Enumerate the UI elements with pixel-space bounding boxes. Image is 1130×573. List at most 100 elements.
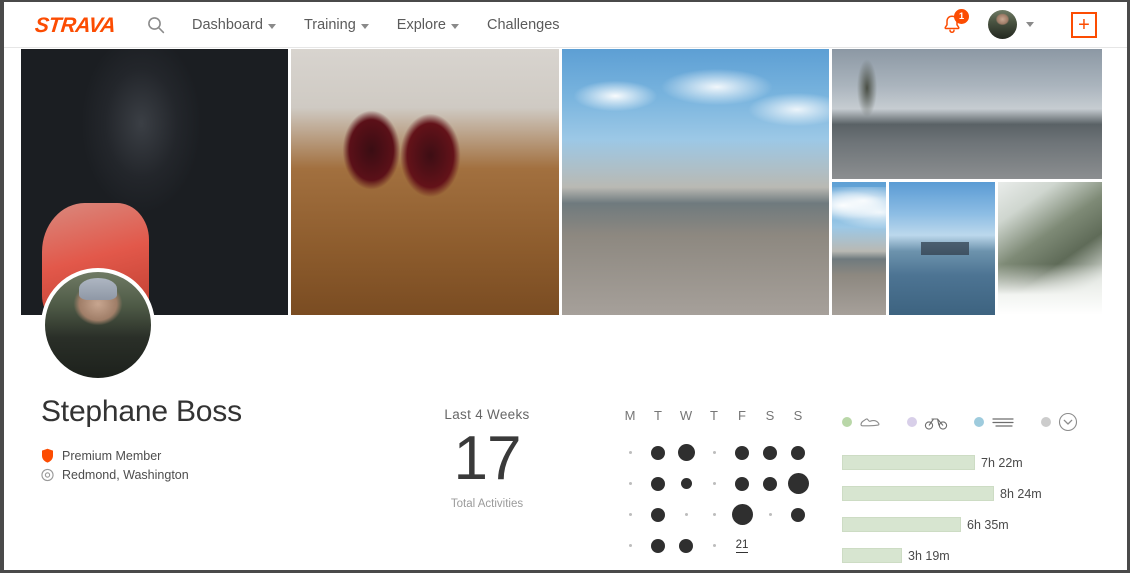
chevron-down-icon <box>267 23 276 29</box>
activity-week-row <box>616 437 812 468</box>
time-bar-label: 8h 24m <box>1000 486 1042 501</box>
premium-member-label: Premium Member <box>62 448 162 463</box>
profile-avatar[interactable] <box>41 268 155 382</box>
photo-cyclist[interactable] <box>21 49 288 315</box>
activity-day-cell[interactable] <box>756 445 784 460</box>
empty-day-dot <box>712 482 716 485</box>
activity-day-cell <box>700 513 728 516</box>
photo-strip <box>21 49 1109 315</box>
time-bar[interactable] <box>842 486 994 501</box>
time-bar-label: 6h 35m <box>967 517 1009 532</box>
nav-menu: Dashboard Training Explore Challenges <box>192 2 560 48</box>
nav-item-challenges[interactable]: Challenges <box>487 2 560 48</box>
day-header-row: M T W T F S S <box>616 408 812 423</box>
strava-logo[interactable]: STRAVA <box>34 14 117 38</box>
activity-day-cell[interactable] <box>672 478 700 489</box>
activity-dot[interactable] <box>787 473 809 494</box>
legend-color-dot <box>974 417 984 427</box>
activity-day-cell <box>756 513 784 516</box>
nav-item-label: Explore <box>396 17 446 33</box>
activity-dot[interactable] <box>763 476 777 491</box>
top-navigation-bar: STRAVA Dashboard Training Explore Challe… <box>4 2 1127 48</box>
nav-item-explore[interactable]: Explore <box>397 2 459 48</box>
total-activities-value: 17 <box>453 424 522 493</box>
photo-row <box>832 182 1102 315</box>
time-bar[interactable] <box>842 455 975 470</box>
nav-item-dashboard[interactable]: Dashboard <box>192 2 276 48</box>
sport-legend <box>842 412 1078 432</box>
photo-beach-clouds[interactable] <box>562 49 829 315</box>
location-pin-icon <box>41 468 54 482</box>
weekly-time-bars: 7h 22m 8h 24m 6h 35m 3h 19m <box>842 447 1092 570</box>
activity-dot[interactable] <box>651 445 665 460</box>
activity-day-cell <box>616 513 644 516</box>
activity-day-cell[interactable] <box>756 476 784 491</box>
activity-day-cell[interactable] <box>644 507 672 522</box>
day-header: T <box>654 408 662 423</box>
activity-day-cell[interactable] <box>784 507 812 522</box>
activity-day-cell[interactable] <box>784 473 812 494</box>
nav-item-label: Training <box>303 17 356 33</box>
photo-wine-glasses[interactable] <box>291 49 559 315</box>
activity-dot[interactable] <box>679 538 693 553</box>
activity-dot[interactable] <box>763 445 777 460</box>
time-bar[interactable] <box>842 517 961 532</box>
legend-color-dot <box>1041 417 1051 427</box>
activity-day-cell[interactable] <box>728 445 756 460</box>
stat-period-label: Last 4 Weeks <box>444 407 530 422</box>
activity-dot[interactable] <box>677 444 695 461</box>
empty-day-dot <box>768 513 772 516</box>
photo-beach-edge[interactable] <box>832 182 886 315</box>
notifications-button[interactable]: 1 <box>940 9 969 37</box>
activity-day-cell[interactable] <box>644 476 672 491</box>
weekly-time-bar-row: 8h 24m <box>842 478 1092 509</box>
activity-day-cell[interactable] <box>672 538 700 553</box>
activity-dot[interactable] <box>651 507 665 522</box>
day-header: M <box>624 408 636 423</box>
activity-day-cell <box>616 544 644 547</box>
browser-window: STRAVA Dashboard Training Explore Challe… <box>0 0 1130 573</box>
nav-avatar[interactable] <box>988 10 1017 39</box>
chevron-down-icon[interactable] <box>1026 22 1034 27</box>
photo-shoreline-path[interactable] <box>832 49 1102 179</box>
search-icon[interactable] <box>147 16 165 34</box>
time-bar-label: 3h 19m <box>908 548 950 563</box>
legend-item-other[interactable] <box>1041 412 1078 432</box>
last-4-weeks-stat: Last 4 Weeks 17 Total Activities <box>422 407 552 510</box>
activity-dot[interactable] <box>735 445 749 460</box>
legend-item-swim[interactable] <box>974 415 1015 429</box>
activity-day-cell[interactable] <box>644 538 672 553</box>
nav-item-label: Dashboard <box>192 17 263 33</box>
time-bar[interactable] <box>842 548 902 563</box>
activity-day-cell[interactable] <box>644 445 672 460</box>
shield-icon <box>42 448 53 463</box>
today-date-marker[interactable]: 21 <box>735 539 749 553</box>
notification-badge: 1 <box>954 9 969 24</box>
activity-dot[interactable] <box>731 504 753 525</box>
activity-day-cell[interactable] <box>784 445 812 460</box>
day-header: T <box>710 408 718 423</box>
photo-column <box>832 49 1102 315</box>
activity-week-row <box>616 468 812 499</box>
photo-city-skyline[interactable] <box>888 182 996 315</box>
nav-item-training[interactable]: Training <box>304 2 369 48</box>
activity-dot[interactable] <box>680 478 692 489</box>
weekly-time-bar-row: 7h 22m <box>842 447 1092 478</box>
legend-item-ride[interactable] <box>907 415 948 430</box>
activity-dot[interactable] <box>651 538 665 553</box>
activity-week-row: 21 <box>616 530 812 561</box>
legend-item-run[interactable] <box>842 415 881 429</box>
waves-icon <box>992 418 1014 427</box>
activity-dot[interactable] <box>735 476 749 491</box>
activity-day-cell[interactable] <box>728 476 756 491</box>
activity-day-cell[interactable] <box>672 444 700 461</box>
activity-day-cell: 21 <box>728 539 756 553</box>
location-label: Redmond, Washington <box>62 468 189 482</box>
photo-snowy-forest[interactable] <box>998 182 1102 315</box>
activity-day-cell[interactable] <box>728 504 756 525</box>
activity-dot[interactable] <box>651 476 665 491</box>
add-activity-button[interactable]: + <box>1071 12 1097 38</box>
activity-dot[interactable] <box>791 445 805 460</box>
activity-dot[interactable] <box>791 507 805 522</box>
activity-day-cell <box>700 451 728 454</box>
